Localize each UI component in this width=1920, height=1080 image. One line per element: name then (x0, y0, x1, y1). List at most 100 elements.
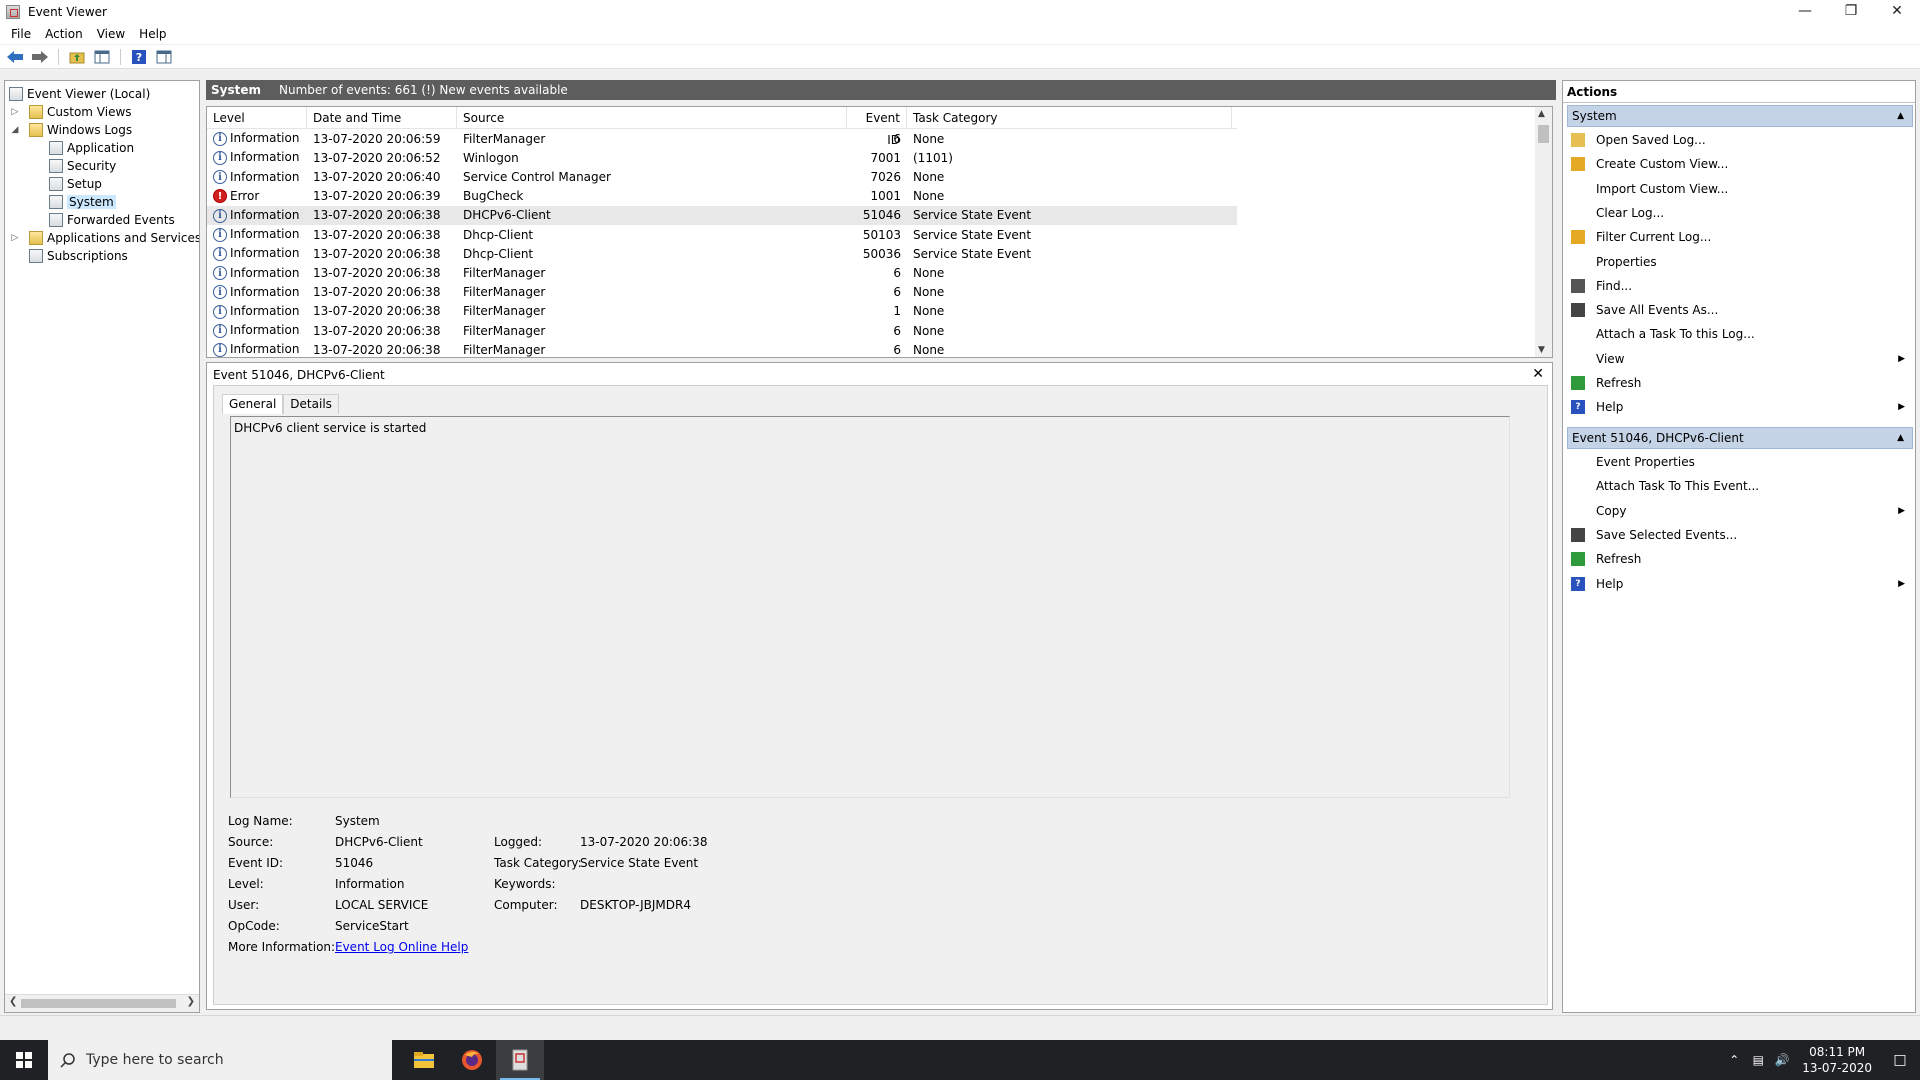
level-text: Error (230, 188, 260, 203)
column-header-level[interactable]: Level (207, 107, 307, 129)
event-row[interactable]: i Information 13-07-2020 20:06:38 FilterMan… (207, 321, 1237, 340)
menu-action[interactable]: Action (38, 27, 90, 41)
taskbar-search-box[interactable]: Type here to search (48, 1040, 392, 1080)
event-log-online-help-link[interactable]: Event Log Online Help (335, 940, 468, 954)
network-icon[interactable]: ▤ (1746, 1053, 1770, 1067)
action-find[interactable]: Find... (1563, 276, 1913, 296)
scroll-down-icon[interactable]: ▼ (1538, 345, 1545, 355)
tab-general[interactable]: General (222, 394, 284, 414)
event-row[interactable]: i Information 13-07-2020 20:06:38 FilterMan… (207, 340, 1237, 357)
action-attach-task-to-this-event[interactable]: Attach Task To This Event... (1563, 476, 1913, 496)
action-refresh[interactable]: Refresh (1563, 373, 1913, 393)
action-import-custom-view[interactable]: Import Custom View... (1563, 179, 1913, 199)
action-refresh[interactable]: Refresh (1563, 549, 1913, 569)
cell-task-category: None (913, 265, 945, 280)
tree-item-windows-logs[interactable]: ◢ Windows Logs (9, 121, 132, 139)
scroll-left-icon[interactable]: ❮ (9, 996, 17, 1007)
actions-section-system[interactable]: System ▲ (1567, 105, 1913, 127)
action-save-selected-events[interactable]: Save Selected Events... (1563, 525, 1913, 545)
action-create-custom-view[interactable]: Create Custom View... (1563, 154, 1913, 174)
action-view[interactable]: View ▶ (1563, 349, 1913, 369)
event-row[interactable]: i Information 13-07-2020 20:06:38 DHCPv6-Cl… (207, 205, 1237, 225)
show-hide-console-tree-button[interactable] (92, 47, 112, 67)
cell-date-time: 13-07-2020 20:06:52 (313, 150, 441, 165)
filter-icon (1571, 157, 1585, 172)
collapse-caret-icon[interactable]: ▲ (1897, 106, 1904, 126)
close-button[interactable]: ✕ (1874, 0, 1920, 22)
action-copy[interactable]: Copy ▶ (1563, 501, 1913, 521)
menu-help[interactable]: Help (132, 27, 173, 41)
collapse-chevron-icon[interactable]: ◢ (9, 125, 21, 135)
volume-icon[interactable]: 🔊 (1770, 1053, 1794, 1067)
taskbar-event-viewer[interactable] (496, 1040, 544, 1080)
event-row[interactable]: i Information 13-07-2020 20:06:38 FilterMan… (207, 263, 1237, 282)
action-filter-current-log[interactable]: Filter Current Log... (1563, 227, 1913, 247)
close-details-icon[interactable]: ✕ (1532, 366, 1544, 382)
event-row[interactable]: i Information 13-07-2020 20:06:52 Winlogon 7… (207, 148, 1237, 167)
tree-horizontal-scrollbar[interactable]: ❮ ❯ (5, 994, 199, 1012)
event-description[interactable]: DHCPv6 client service is started (230, 416, 1510, 798)
show-hide-action-pane-button[interactable] (154, 47, 174, 67)
menu-file[interactable]: File (4, 27, 38, 41)
tree-item-setup[interactable]: Setup (49, 175, 102, 193)
help-icon: ? (1571, 576, 1585, 591)
event-row[interactable]: i Information 13-07-2020 20:06:38 FilterMan… (207, 302, 1237, 321)
menu-view[interactable]: View (90, 27, 132, 41)
log-icon (49, 141, 63, 155)
tree-item-system[interactable]: System (49, 193, 116, 211)
up-folder-button[interactable] (67, 47, 87, 67)
event-list-vertical-scrollbar[interactable]: ▲ ▼ (1535, 107, 1552, 357)
help-button[interactable]: ? (129, 47, 149, 67)
expand-chevron-icon[interactable]: ▷ (9, 107, 21, 117)
tab-details[interactable]: Details (283, 394, 339, 414)
tree-item-security[interactable]: Security (49, 157, 116, 175)
forward-button[interactable] (30, 47, 50, 67)
event-row[interactable]: i Information 13-07-2020 20:06:38 FilterMan… (207, 283, 1237, 302)
action-save-all-events-as[interactable]: Save All Events As... (1563, 300, 1913, 320)
label-level: Level: (228, 877, 264, 891)
column-header-date-time[interactable]: Date and Time (307, 107, 457, 129)
back-button[interactable] (5, 47, 25, 67)
cell-event-id: 7026 (870, 169, 901, 184)
actions-section-event[interactable]: Event 51046, DHCPv6-Client ▲ (1567, 427, 1913, 449)
action-attach-a-task-to-this-log[interactable]: Attach a Task To this Log... (1563, 324, 1913, 344)
restore-button[interactable]: ❐ (1828, 0, 1874, 22)
event-row[interactable]: i Information 13-07-2020 20:06:38 Dhcp-Clie… (207, 244, 1237, 263)
tree-item-forwarded-events[interactable]: Forwarded Events (49, 211, 175, 229)
scroll-thumb[interactable] (1538, 125, 1549, 143)
minimize-button[interactable]: — (1782, 0, 1828, 22)
action-help[interactable]: ? Help ▶ (1563, 574, 1913, 594)
taskbar-firefox[interactable] (448, 1040, 496, 1080)
action-properties[interactable]: Properties (1563, 252, 1913, 272)
action-help[interactable]: ? Help ▶ (1563, 397, 1913, 417)
collapse-caret-icon[interactable]: ▲ (1897, 428, 1904, 448)
action-open-saved-log[interactable]: Open Saved Log... (1563, 130, 1913, 150)
taskbar-file-explorer[interactable] (400, 1040, 448, 1080)
clock[interactable]: 08:11 PM 13-07-2020 (1794, 1044, 1880, 1076)
show-hidden-icons-chevron-icon[interactable]: ⌃ (1722, 1053, 1746, 1067)
expand-chevron-icon[interactable]: ▷ (9, 233, 21, 243)
column-header-source[interactable]: Source (457, 107, 847, 129)
scroll-right-icon[interactable]: ❯ (187, 996, 195, 1007)
tree-item-applications-and-services-logs[interactable]: ▷ Applications and Services Lo (9, 229, 199, 247)
section-title: Event 51046, DHCPv6-Client (1572, 431, 1744, 445)
action-clear-log[interactable]: Clear Log... (1563, 203, 1913, 223)
start-button[interactable] (0, 1040, 48, 1080)
column-header-task-category[interactable]: Task Category (907, 107, 1232, 129)
scroll-thumb[interactable] (21, 999, 176, 1008)
tree-item-event-viewer-local[interactable]: Event Viewer (Local) (9, 85, 150, 103)
action-event-properties[interactable]: Event Properties (1563, 452, 1913, 472)
scroll-up-icon[interactable]: ▲ (1538, 109, 1545, 119)
event-row[interactable]: i Information 13-07-2020 20:06:59 FilterMan… (207, 129, 1237, 148)
open-folder-icon (1571, 133, 1585, 147)
tree-item-custom-views[interactable]: ▷ Custom Views (9, 103, 132, 121)
cell-date-time: 13-07-2020 20:06:38 (313, 323, 441, 338)
event-row[interactable]: i Information 13-07-2020 20:06:38 Dhcp-Clie… (207, 225, 1237, 244)
action-center-icon[interactable]: □ (1880, 1052, 1920, 1068)
tree-item-subscriptions[interactable]: Subscriptions (29, 247, 128, 265)
tree-item-application[interactable]: Application (49, 139, 134, 157)
event-row[interactable]: i Information 13-07-2020 20:06:40 Service C… (207, 167, 1237, 186)
cell-level: i Information (207, 150, 307, 165)
event-row[interactable]: ! Error 13-07-2020 20:06:39 BugCheck 1001 Non… (207, 187, 1237, 206)
column-header-event-id[interactable]: Event ID (847, 107, 907, 147)
